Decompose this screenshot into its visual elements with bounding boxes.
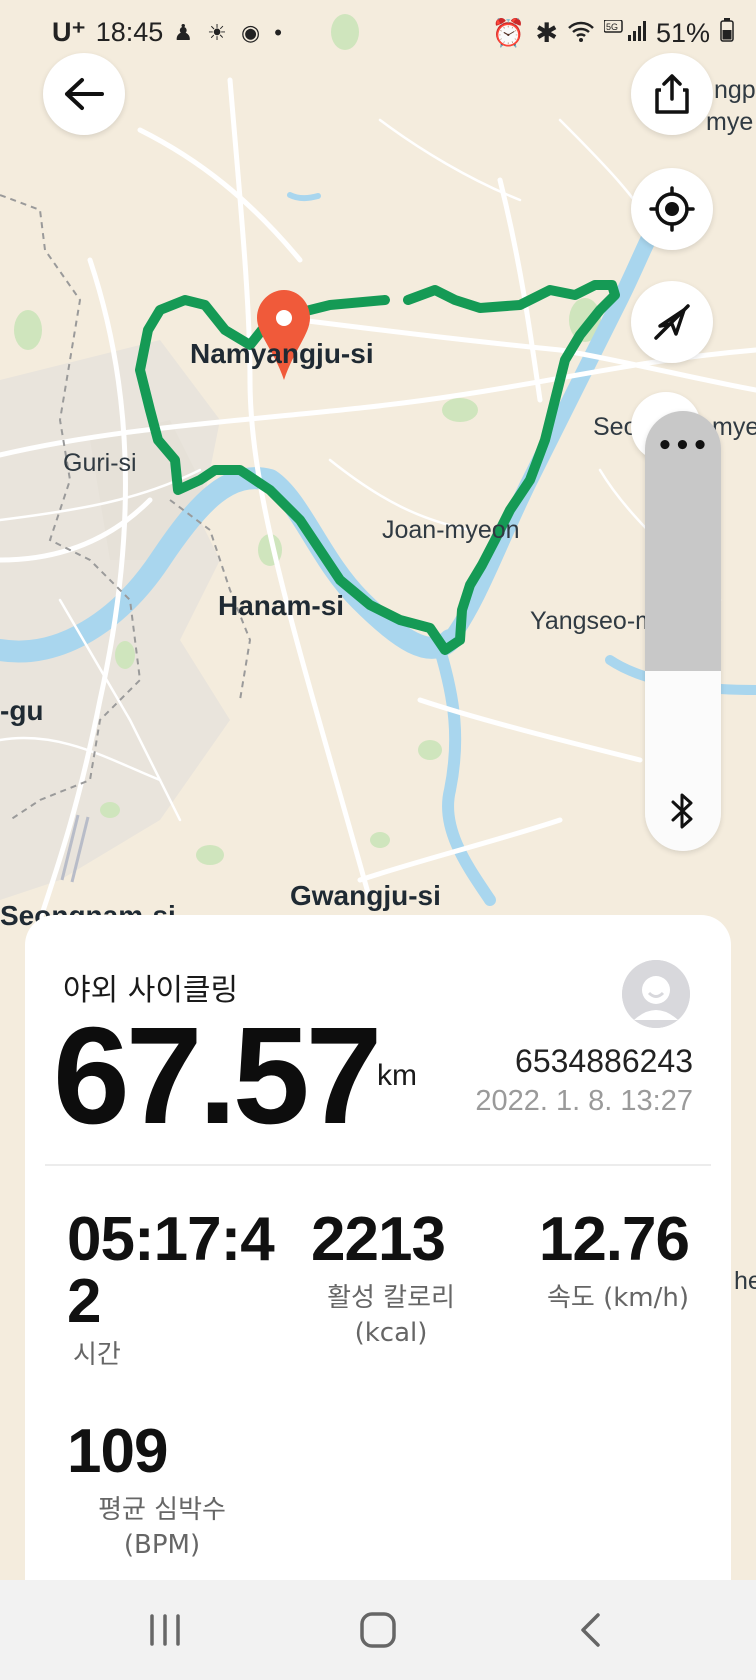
heart-rate-label-line2: (BPM) — [123, 1530, 201, 1560]
recent-apps-icon — [150, 1614, 180, 1646]
calories-label-line2: (kcal) — [354, 1318, 428, 1348]
my-location-button[interactable] — [631, 168, 713, 250]
clock: 18:45 — [95, 17, 164, 47]
map-label-hanam: Hanam-si — [218, 590, 345, 621]
time-label: 시간 — [73, 1340, 121, 1370]
alarm-icon: ⏰ — [491, 18, 526, 48]
back-button[interactable] — [43, 53, 125, 135]
user-avatar-icon — [622, 960, 690, 1028]
bluetooth-status-icon: ✱ — [535, 17, 558, 48]
activity-datetime: 2022. 1. 8. 13:27 — [475, 1085, 693, 1117]
more-options-area[interactable]: ••• — [645, 411, 721, 671]
share-icon — [655, 74, 689, 114]
distance-unit: km — [377, 1059, 417, 1092]
distance-value: 67.57 — [53, 999, 382, 1153]
back-chevron-icon — [581, 1613, 600, 1647]
svg-text:5G: 5G — [606, 22, 618, 32]
map-label-gwangju: Gwangju-si — [290, 880, 441, 911]
share-button[interactable] — [631, 53, 713, 135]
calories-value: 2213 — [311, 1205, 446, 1274]
heart-rate-value: 109 — [67, 1417, 168, 1486]
bluetooth-area[interactable] — [645, 671, 721, 851]
carrier-label: U⁺ — [52, 17, 86, 47]
status-bar: U⁺ 18:45 ♟ ☀ ◉ • ⏰ ✱ 5G 51% — [0, 0, 756, 66]
time-value-line1: 05:17:4 — [67, 1205, 275, 1274]
map-label-joan: Joan-myeon — [382, 516, 520, 544]
calories-label-line1: 활성 칼로리 — [327, 1283, 455, 1313]
time-value-line2: 2 — [67, 1267, 101, 1336]
locate-icon — [649, 186, 695, 232]
map-label-ngp: ngp — [714, 76, 756, 104]
map-label-guri: Guri-si — [63, 449, 137, 477]
divider — [45, 1164, 711, 1166]
back-nav-button[interactable] — [560, 1605, 620, 1655]
avatar[interactable] — [622, 960, 690, 1028]
heart-rate-label-line1: 평균 심박수 — [98, 1495, 226, 1525]
system-nav-bar — [0, 1580, 756, 1680]
recent-apps-button[interactable] — [135, 1605, 195, 1655]
user-id: 6534886243 — [515, 1043, 693, 1079]
map-label-namyangju: Namyangju-si — [190, 338, 374, 369]
signal-5g-icon: 5G — [603, 18, 646, 49]
speed-label: 속도 (km/h) — [546, 1283, 689, 1313]
more-options-icon[interactable]: ••• — [645, 431, 721, 461]
map-label-he: he — [734, 1267, 756, 1295]
side-control-panel[interactable]: ••• — [645, 411, 721, 851]
battery-percent: 51% — [655, 17, 710, 48]
speed-value: 12.76 — [538, 1205, 690, 1274]
wifi-icon — [568, 18, 594, 49]
location-off-icon — [654, 304, 690, 340]
toggle-tracking-button[interactable] — [631, 281, 713, 363]
battery-icon — [720, 17, 734, 49]
activity-summary-card: 야외 사이클링 67.57 km 6534886243 2022. 1. 8. … — [25, 915, 731, 1580]
notification-icons: ♟ ☀ ◉ • — [173, 19, 287, 45]
map-label-gu: -gu — [0, 695, 44, 726]
back-arrow-icon — [65, 78, 104, 110]
home-icon — [360, 1612, 396, 1648]
map-label-mye-2: mye — [706, 108, 754, 136]
home-button[interactable] — [348, 1605, 408, 1655]
bluetooth-icon[interactable] — [669, 791, 697, 831]
